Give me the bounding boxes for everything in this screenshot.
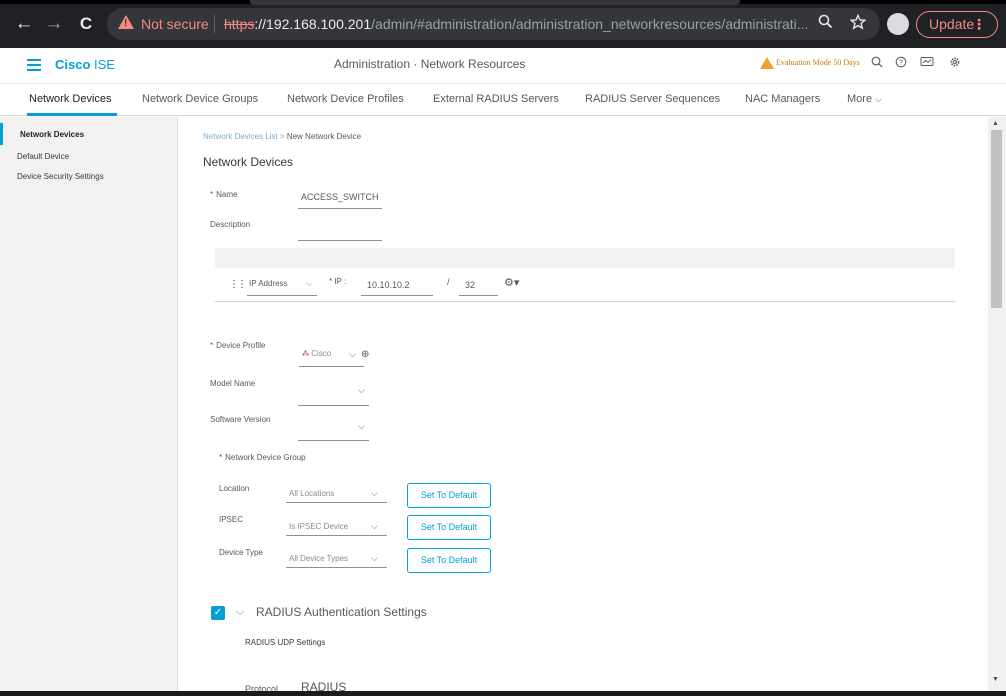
os-taskbar [0,691,1006,696]
radius-udp-title: RADIUS UDP Settings [245,638,326,647]
main-content: Network Devices List > New Network Devic… [178,117,988,696]
svg-text:?: ? [899,60,903,67]
location-set-default-button[interactable]: Set To Default [407,483,491,508]
forward-icon[interactable]: → [44,13,64,35]
url-scheme: https [224,16,255,32]
brand-rest: ISE [90,57,115,72]
hamburger-menu-icon[interactable] [27,59,41,71]
browser-toolbar: ← → C Not secure https://192.168.100.201… [0,0,1006,48]
software-version-label: Software Version [210,415,271,424]
scroll-up-icon[interactable]: ▲ [992,120,999,127]
security-status[interactable]: Not secure [141,16,209,32]
radius-section-title[interactable]: RADIUS Authentication Settings [256,605,427,619]
ip-row-divider [215,301,955,302]
sidebar: Network Devices Default Device Device Se… [0,117,178,696]
sidebar-item-network-devices[interactable]: Network Devices [20,130,84,139]
tab-network-devices[interactable]: Network Devices [29,93,112,105]
ipsec-set-default-button[interactable]: Set To Default [407,515,491,540]
ise-header: Cisco ISE Administration · Network Resou… [0,48,1006,84]
chevron-down-icon: ⌵ [358,385,365,395]
gear-dropdown-icon[interactable]: ⚙▾ [504,276,519,289]
url-text[interactable]: https://192.168.100.201/admin/#administr… [224,16,809,32]
chevron-down-icon: ⌵ [371,488,378,498]
tab-radius-server-sequences[interactable]: RADIUS Server Sequences [585,93,720,105]
tab-bar: Network Devices Network Device Groups Ne… [0,84,1006,116]
page-title: Administration · Network Resources [334,57,526,71]
help-icon[interactable]: ? [895,56,907,71]
notifications-icon[interactable] [920,56,934,71]
chevron-down-icon: ⌵ [349,349,356,359]
sidebar-item-device-security-settings[interactable]: Device Security Settings [17,172,104,181]
cisco-logo-icon: ⁂ [302,351,309,358]
tab-network-device-groups[interactable]: Network Device Groups [142,93,258,105]
breadcrumb: Network Devices List > New Network Devic… [203,132,361,141]
device-type-value: All Device Types [289,554,348,563]
url-path: /admin/#administration/administration_ne… [371,16,809,32]
brand-logo: Cisco ISE [55,57,115,72]
network-device-group-label: * Network Device Group [219,453,306,462]
update-label: Update [929,16,975,32]
breadcrumb-separator: > [279,132,285,141]
chevron-down-icon: ⌵ [371,553,378,563]
chevron-down-icon: ⌵ [306,278,313,288]
chevron-down-icon[interactable]: ⌵ [236,606,244,619]
active-tab-indicator [27,113,117,116]
name-label: * Name [210,190,238,199]
tab-more-label: More [847,93,873,105]
description-input[interactable] [298,223,382,241]
browser-tab-strip[interactable] [250,0,740,5]
magnifier-icon[interactable] [818,14,833,33]
sidebar-item-default-device[interactable]: Default Device [17,152,69,161]
search-icon[interactable] [871,56,883,71]
address-divider [214,15,215,33]
tab-more[interactable]: More ⌵ [847,93,882,105]
ipsec-label: IPSEC [219,515,244,524]
globe-icon[interactable]: ⊕ [361,349,369,360]
breadcrumb-parent-link[interactable]: Network Devices List [203,132,278,141]
name-input[interactable]: ACCESS_SWITCH [298,192,382,209]
chevron-down-icon: ⌵ [371,521,378,531]
update-button[interactable]: Update ⋮ [916,11,998,38]
scroll-down-icon[interactable]: ▼ [992,676,999,683]
radius-auth-checkbox[interactable]: ✓ [211,606,225,620]
location-label: Location [219,484,250,493]
breadcrumb-current: New Network Device [286,132,362,141]
chevron-down-icon: ⌵ [875,94,882,104]
mask-separator: / [447,277,450,287]
device-profile-label: * Device Profile [210,341,266,350]
ip-table-header [215,248,955,268]
tab-network-device-profiles[interactable]: Network Device Profiles [287,93,404,105]
device-type-set-default-button[interactable]: Set To Default [407,548,491,573]
ip-address-input[interactable]: 10.10.10.2 [361,278,433,296]
reload-icon[interactable]: C [76,13,96,35]
model-name-label: Model Name [210,379,256,388]
menu-dots-icon[interactable]: ⋮ [972,12,986,37]
gear-icon[interactable] [949,56,961,71]
scrollbar-thumb[interactable] [991,130,1002,308]
evaluation-notice[interactable]: Evaluation Mode 50 Days [776,58,860,67]
device-profile-value: Cisco [311,349,332,358]
star-icon[interactable] [849,13,867,34]
ipsec-value: Is IPSEC Device [289,522,349,531]
chevron-down-icon: ⌵ [358,421,365,431]
tab-nac-managers[interactable]: NAC Managers [745,93,820,105]
location-value: All Locations [289,489,335,498]
ip-type-value: IP Address [249,279,288,288]
brand-bold: Cisco [55,57,91,72]
tab-external-radius-servers[interactable]: External RADIUS Servers [433,93,559,105]
drag-handle-icon[interactable]: ⋮⋮ [229,279,247,290]
warning-icon [118,15,134,29]
evaluation-warning-icon [760,57,774,69]
sidebar-active-indicator [0,123,3,145]
profile-avatar[interactable] [887,13,909,35]
back-icon[interactable]: ← [14,13,34,35]
description-label: Description [210,220,251,229]
url-host: ://192.168.100.201 [254,16,372,32]
ip-label: * IP : [329,277,347,286]
subnet-mask-input[interactable]: 32 [459,278,498,296]
device-type-label: Device Type [219,548,263,557]
section-title: Network Devices [203,155,294,169]
